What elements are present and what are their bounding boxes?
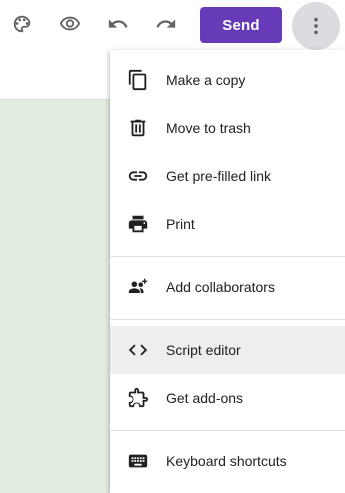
menu-divider [110,319,345,320]
menu-item-script-editor[interactable]: Script editor [110,326,345,374]
menu-item-make-copy[interactable]: Make a copy [110,56,345,104]
palette-icon[interactable] [5,7,39,41]
printer-icon [126,212,150,236]
menu-item-get-add-ons[interactable]: Get add-ons [110,374,345,422]
add-person-icon [126,275,150,299]
menu-item-label: Move to trash [166,120,251,136]
send-button-label: Send [222,16,260,34]
menu-item-label: Make a copy [166,72,246,88]
menu-item-prefilled-link[interactable]: Get pre-filled link [110,152,345,200]
send-button[interactable]: Send [200,7,282,43]
more-options-menu: Make a copy Move to trash Get pre-filled… [110,50,345,493]
keyboard-icon [126,449,150,473]
menu-item-label: Print [166,216,195,232]
app-page: Send Make a copy Move to trash Get pre-f… [0,0,345,493]
menu-item-print[interactable]: Print [110,200,345,248]
toolbar: Send [0,0,345,50]
menu-item-move-to-trash[interactable]: Move to trash [110,104,345,152]
eye-icon[interactable] [53,7,87,41]
undo-icon[interactable] [101,7,135,41]
code-icon [126,338,150,362]
menu-item-label: Get pre-filled link [166,168,272,184]
trash-icon [126,116,150,140]
more-options-button[interactable] [292,2,340,50]
menu-divider [110,256,345,257]
menu-item-label: Add collaborators [166,279,275,295]
menu-item-keyboard-shortcuts[interactable]: Keyboard shortcuts [110,437,345,485]
menu-item-label: Keyboard shortcuts [166,453,287,469]
menu-item-label: Script editor [166,342,241,358]
menu-divider [110,430,345,431]
copy-icon [126,68,150,92]
menu-item-label: Get add-ons [166,390,244,406]
menu-item-add-collaborators[interactable]: Add collaborators [110,263,345,311]
link-icon [126,164,150,188]
puzzle-icon [126,386,150,410]
more-vert-icon [314,17,318,35]
redo-icon[interactable] [149,7,183,41]
